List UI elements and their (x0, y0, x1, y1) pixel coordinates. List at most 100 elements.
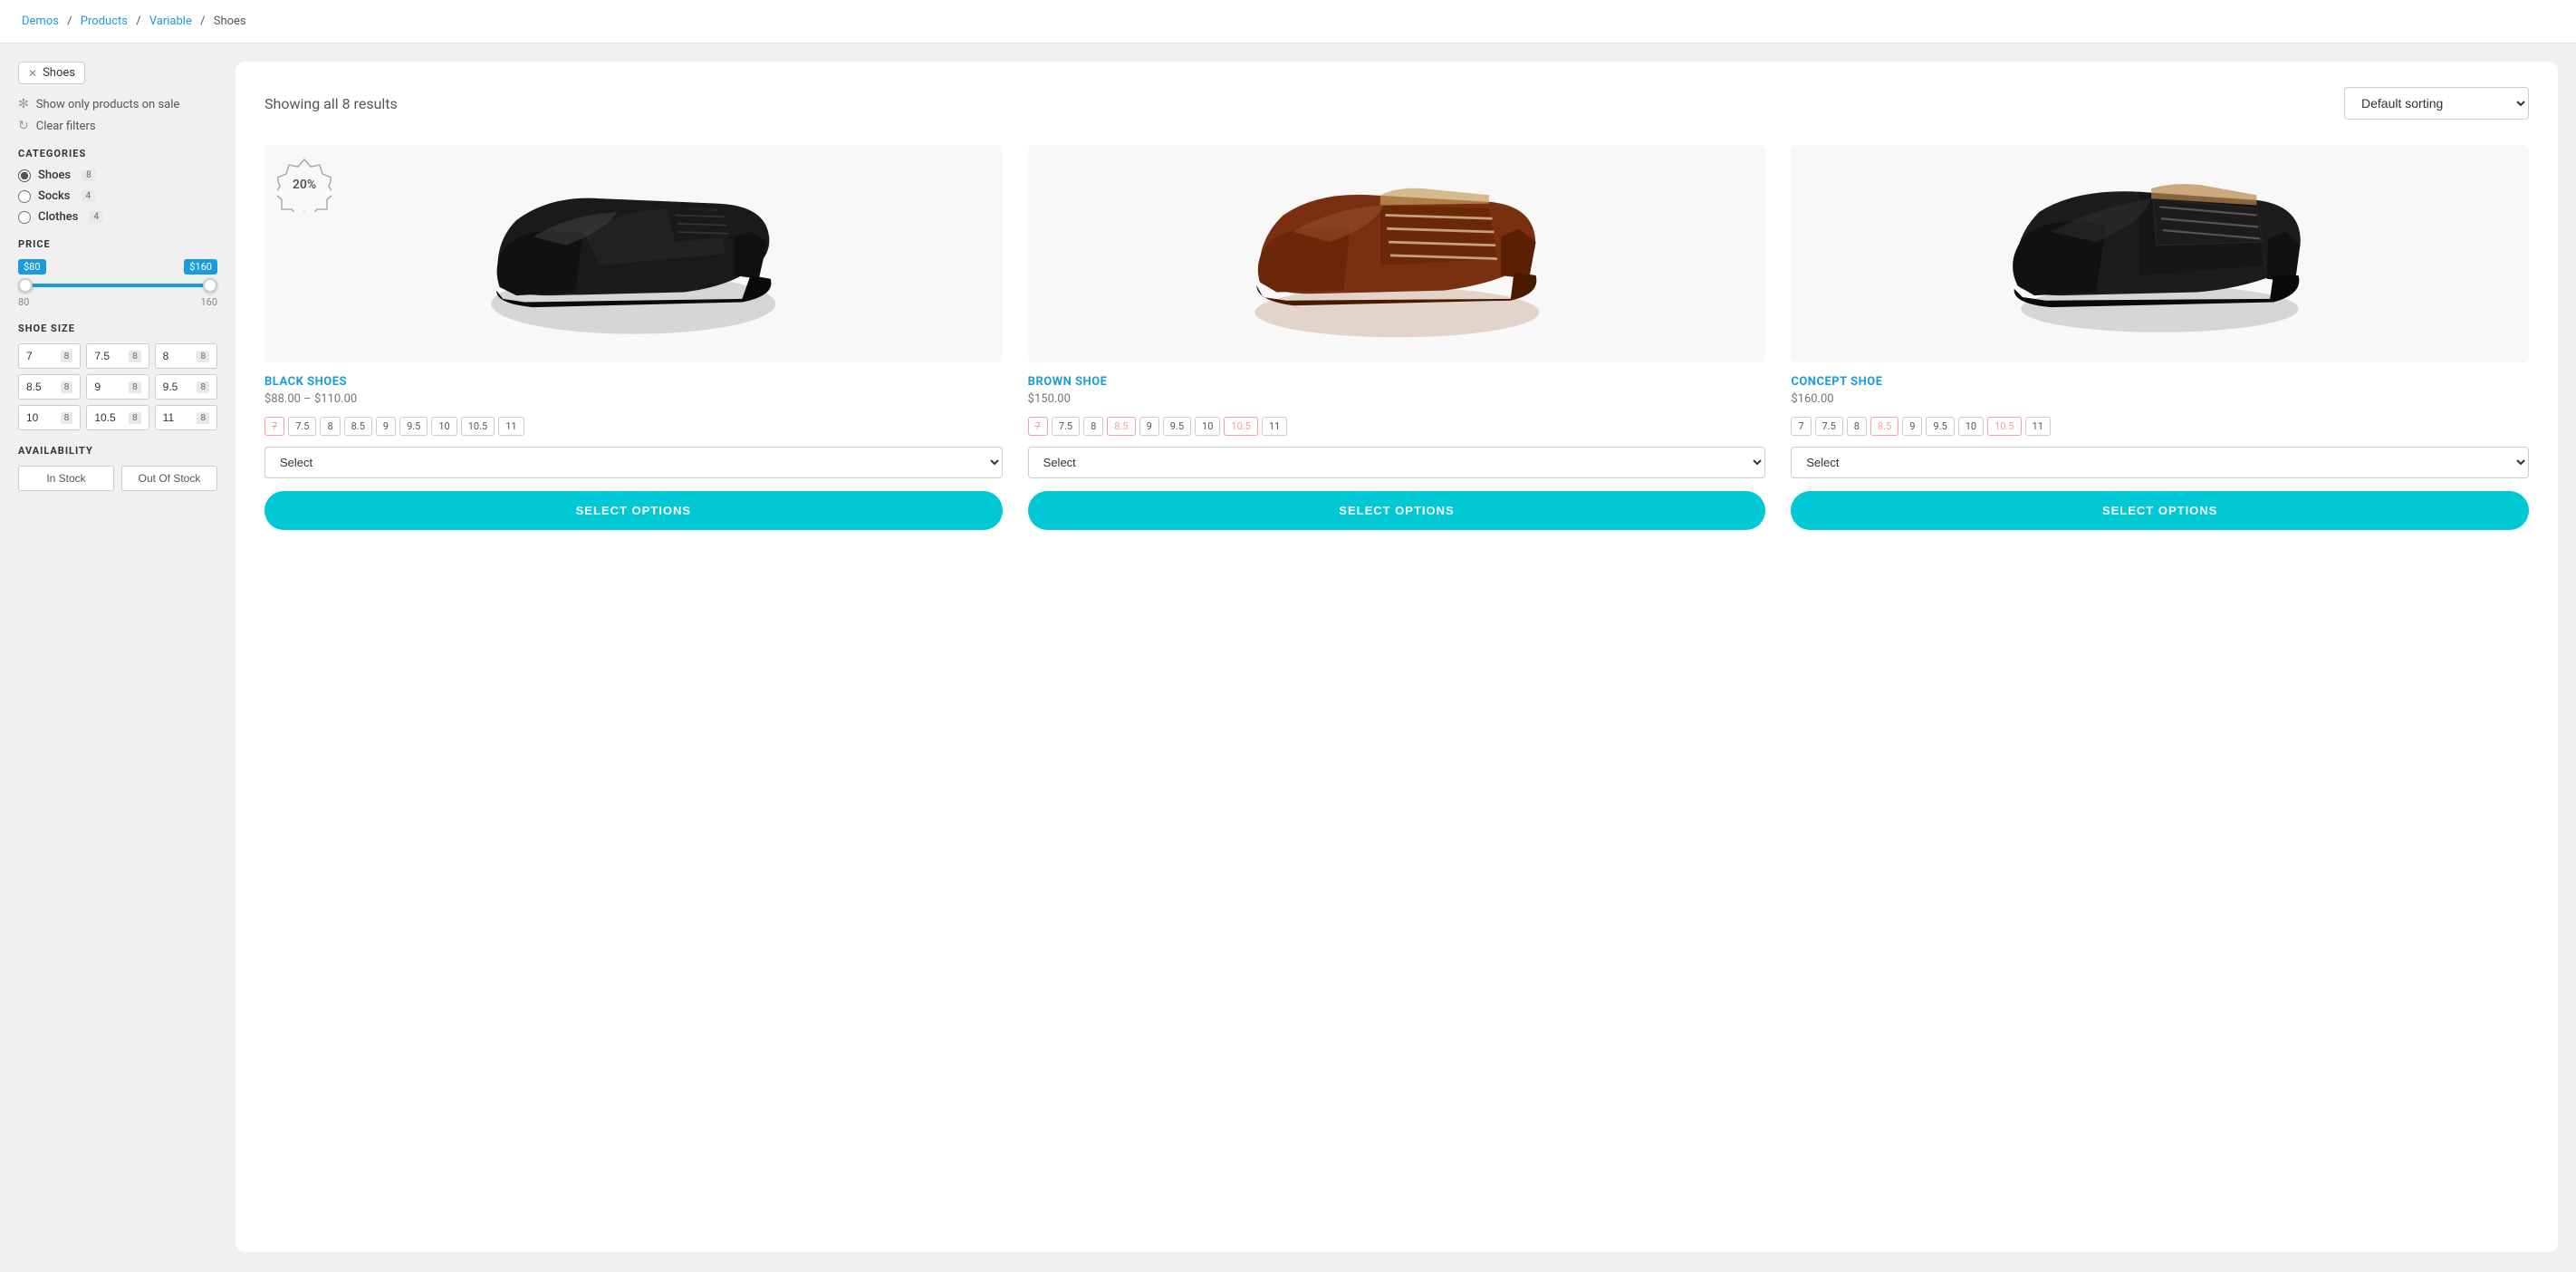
concept-swatch-10[interactable]: 10 (1958, 417, 1984, 436)
concept-swatch-10-5[interactable]: 10.5 (1987, 417, 2021, 436)
swatch-7[interactable]: 7 (264, 417, 284, 436)
size-btn-7-5[interactable]: 7.5 8 (86, 343, 149, 369)
concept-swatch-9-5[interactable]: 9.5 (1926, 417, 1954, 436)
category-shoes-radio[interactable] (18, 169, 31, 182)
swatch-8[interactable]: 8 (320, 417, 340, 436)
sale-filter-option[interactable]: ✻ Show only products on sale (18, 97, 217, 111)
brown-swatch-8[interactable]: 8 (1083, 417, 1103, 436)
categories-title: CATEGORIES (18, 148, 217, 159)
concept-swatch-8[interactable]: 8 (1847, 417, 1867, 436)
product-name-concept-shoe[interactable]: CONCEPT SHOE (1791, 375, 2529, 389)
price-axis-min: 80 (18, 296, 29, 308)
size-btn-10[interactable]: 10 8 (18, 405, 81, 430)
category-clothes-count: 4 (89, 211, 103, 223)
brown-swatch-7[interactable]: 7 (1028, 417, 1048, 436)
size-label-8: 8 (163, 350, 169, 362)
clear-filters-option[interactable]: ↻ Clear filters (18, 119, 217, 133)
brown-swatch-9-5[interactable]: 9.5 (1163, 417, 1191, 436)
breadcrumb: Demos / Products / Variable / Shoes (0, 0, 2576, 43)
brown-swatch-9[interactable]: 9 (1139, 417, 1159, 436)
concept-swatch-9[interactable]: 9 (1902, 417, 1922, 436)
product-card-brown-shoe: BROWN SHOE $150.00 7 7.5 8 8.5 9 9.5 10 … (1028, 145, 1766, 530)
swatch-7-5[interactable]: 7.5 (288, 417, 316, 436)
concept-swatch-7[interactable]: 7 (1791, 417, 1811, 436)
brown-swatch-10-5[interactable]: 10.5 (1224, 417, 1257, 436)
breadcrumb-products[interactable]: Products (81, 14, 128, 28)
price-max-badge: $160 (184, 259, 217, 275)
product-card-black-shoes: 20% (264, 145, 1003, 530)
swatch-9[interactable]: 9 (376, 417, 396, 436)
size-btn-9-5[interactable]: 9.5 8 (155, 374, 217, 400)
size-count-11: 8 (197, 412, 209, 424)
category-socks-radio[interactable] (18, 190, 31, 203)
sale-filter-label: Show only products on sale (36, 98, 180, 111)
sale-percent: 20% (293, 178, 316, 192)
category-clothes[interactable]: Clothes 4 (18, 210, 217, 224)
concept-swatch-7-5[interactable]: 7.5 (1815, 417, 1843, 436)
top-bar: Showing all 8 results Default sorting So… (264, 87, 2529, 120)
price-slider-track[interactable] (18, 284, 217, 287)
product-image-concept-shoe[interactable] (1791, 145, 2529, 362)
price-title: PRICE (18, 238, 217, 250)
size-btn-11[interactable]: 11 8 (155, 405, 217, 430)
concept-swatch-8-5[interactable]: 8.5 (1870, 417, 1898, 436)
swatch-8-5[interactable]: 8.5 (344, 417, 372, 436)
breadcrumb-current: Shoes (214, 14, 246, 28)
product-price-concept-shoe: $160.00 (1791, 392, 2529, 406)
category-shoes[interactable]: Shoes 8 (18, 169, 217, 182)
close-icon[interactable]: ✕ (28, 67, 37, 80)
product-image-black-shoes[interactable]: 20% (264, 145, 1003, 362)
product-name-brown-shoe[interactable]: BROWN SHOE (1028, 375, 1766, 389)
brown-swatch-10[interactable]: 10 (1195, 417, 1220, 436)
select-options-btn-black-shoes[interactable]: SELECT OPTIONS (264, 491, 1003, 530)
size-select-black-shoes[interactable]: Select 7.5 8 8.5 9 9.5 10 10.5 11 (264, 447, 1003, 478)
price-slider-max-thumb[interactable] (203, 278, 217, 293)
product-price-black-shoes: $88.00 – $110.00 (264, 392, 1003, 406)
filter-tag-label: Shoes (43, 66, 75, 80)
shoe-size-title: SHOE SIZE (18, 323, 217, 334)
category-socks[interactable]: Socks 4 (18, 189, 217, 203)
product-card-concept-shoe: CONCEPT SHOE $160.00 7 7.5 8 8.5 9 9.5 1… (1791, 145, 2529, 530)
brown-swatch-7-5[interactable]: 7.5 (1052, 417, 1080, 436)
brown-swatch-11[interactable]: 11 (1262, 417, 1287, 436)
category-shoes-label: Shoes (38, 169, 71, 182)
sorting-select[interactable]: Default sorting Sort by popularity Sort … (2344, 87, 2529, 120)
out-of-stock-btn[interactable]: Out Of Stock (121, 466, 217, 491)
size-select-brown-shoe[interactable]: Select 7.5 8 9 9.5 10 11 (1028, 447, 1766, 478)
size-label-8-5: 8.5 (26, 381, 42, 393)
size-count-10-5: 8 (129, 412, 141, 424)
category-clothes-radio[interactable] (18, 211, 31, 224)
category-socks-label: Socks (38, 189, 71, 203)
swatch-10-5[interactable]: 10.5 (461, 417, 495, 436)
size-btn-7[interactable]: 7 8 (18, 343, 81, 369)
size-label-7-5: 7.5 (94, 350, 110, 362)
size-btn-8[interactable]: 8 8 (155, 343, 217, 369)
select-options-btn-concept-shoe[interactable]: SELECT OPTIONS (1791, 491, 2529, 530)
size-btn-8-5[interactable]: 8.5 8 (18, 374, 81, 400)
category-socks-count: 4 (82, 190, 96, 202)
swatch-11[interactable]: 11 (498, 417, 524, 436)
product-price-brown-shoe: $150.00 (1028, 392, 1766, 406)
size-btn-9[interactable]: 9 8 (86, 374, 149, 400)
active-filter-shoes[interactable]: ✕ Shoes (18, 62, 85, 84)
size-select-concept-shoe[interactable]: Select 7 7.5 8 9 9.5 10 11 (1791, 447, 2529, 478)
breadcrumb-demos[interactable]: Demos (22, 14, 59, 28)
swatch-10[interactable]: 10 (431, 417, 457, 436)
size-btn-10-5[interactable]: 10.5 8 (86, 405, 149, 430)
breadcrumb-sep-1: / (67, 14, 72, 28)
brown-swatch-8-5[interactable]: 8.5 (1107, 417, 1135, 436)
in-stock-btn[interactable]: In Stock (18, 466, 114, 491)
price-slider-min-thumb[interactable] (18, 278, 33, 293)
price-axis: 80 160 (18, 296, 217, 308)
size-label-7: 7 (26, 350, 33, 362)
size-count-7-5: 8 (129, 351, 141, 362)
product-image-brown-shoe[interactable] (1028, 145, 1766, 362)
select-options-btn-brown-shoe[interactable]: SELECT OPTIONS (1028, 491, 1766, 530)
product-name-black-shoes[interactable]: BLACK SHOES (264, 375, 1003, 389)
concept-swatch-11[interactable]: 11 (2025, 417, 2051, 436)
sale-badge-black-shoes: 20% (277, 158, 332, 212)
breadcrumb-variable[interactable]: Variable (149, 14, 192, 28)
gear-icon: ✻ (18, 97, 29, 111)
size-label-10: 10 (26, 411, 38, 424)
swatch-9-5[interactable]: 9.5 (399, 417, 428, 436)
